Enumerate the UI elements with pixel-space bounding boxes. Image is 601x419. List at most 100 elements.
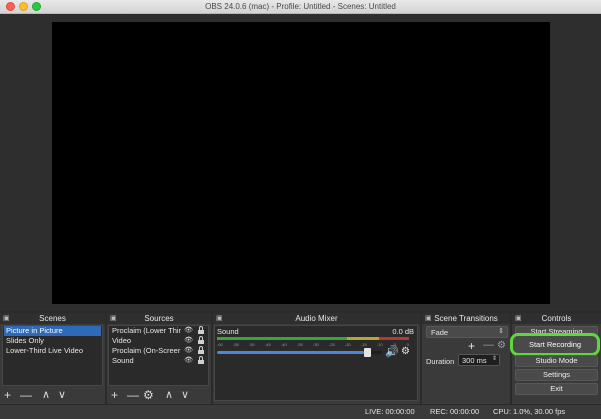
tick-label: -15 — [360, 342, 367, 347]
title-bar: OBS 24.0.6 (mac) - Profile: Untitled - S… — [0, 0, 601, 14]
tick-label: -10 — [376, 342, 383, 347]
tick-label: -60 — [217, 342, 223, 347]
duration-label: Duration — [426, 357, 455, 366]
scene-item-label: Lower-Third Live Video — [6, 346, 83, 355]
remove-scene-icon[interactable]: — — [20, 388, 32, 402]
add-source-icon[interactable]: + — [111, 388, 118, 402]
source-item-label: Proclaim (On-Screer — [112, 346, 181, 355]
start-recording-label: Start Recording — [528, 340, 582, 349]
lock-icon[interactable] — [198, 336, 204, 344]
scene-item-slides-only[interactable]: Slides Only — [4, 336, 101, 346]
tick-label: -20 — [344, 342, 351, 347]
settings-label: Settings — [542, 370, 571, 379]
cpu-status: CPU: 1.0%, 30.00 fps — [493, 407, 566, 416]
scenes-toolbar: + — ∧ ∨ — [0, 387, 105, 404]
stepper-icon[interactable]: ⇕ — [492, 355, 497, 362]
audio-mixer-dock: ▣ Audio Mixer Sound 0.0 dB -60 -55 -50 -… — [213, 313, 420, 404]
duration-value: 300 ms — [462, 356, 487, 365]
scene-item-picture-in-picture[interactable]: Picture in Picture — [4, 326, 101, 336]
lock-icon[interactable] — [198, 346, 204, 354]
dock-float-icon[interactable]: ▣ — [3, 315, 10, 322]
exit-label: Exit — [550, 384, 563, 393]
scene-item-lower-third[interactable]: Lower-Third Live Video — [4, 346, 101, 356]
lock-icon[interactable] — [198, 326, 204, 334]
add-scene-icon[interactable]: + — [4, 388, 11, 402]
settings-button[interactable]: Settings — [515, 369, 598, 381]
move-up-icon[interactable]: ∧ — [165, 388, 173, 402]
source-item-label: Proclaim (Lower Thir — [112, 326, 182, 335]
transitions-title: Scene Transitions — [434, 314, 498, 323]
meter-ticks: -60 -55 -50 -45 -40 -35 -30 -25 -20 -15 … — [217, 342, 409, 347]
sources-list[interactable]: Proclaim (Lower Thir 👁 Video 👁 Proclaim … — [108, 325, 209, 386]
sources-dock-header: ▣ Sources — [107, 313, 211, 324]
audio-mixer-dock-header: ▣ Audio Mixer — [213, 313, 420, 324]
transitions-dock-header: ▣ Scene Transitions — [422, 313, 510, 324]
tick-label: -30 — [312, 342, 319, 347]
preview-area — [0, 14, 601, 311]
track-level: 0.0 dB — [392, 327, 414, 336]
source-item[interactable]: Proclaim (On-Screer 👁 — [110, 346, 207, 356]
studio-mode-label: Studio Mode — [535, 356, 578, 365]
scenes-list[interactable]: Picture in Picture Slides Only Lower-Thi… — [2, 325, 103, 386]
dock-float-icon[interactable]: ▣ — [110, 315, 117, 322]
dock-float-icon[interactable]: ▣ — [425, 315, 432, 322]
track-name: Sound — [217, 327, 239, 336]
scene-transitions-dock: ▣ Scene Transitions Fade ⇕ + — ⚙ Duratio… — [422, 313, 510, 404]
meter-yellow — [347, 337, 379, 340]
sources-toolbar: + — ⚙ ∧ ∨ — [107, 387, 211, 404]
volume-slider-fill — [217, 351, 364, 354]
scenes-title: Scenes — [39, 314, 66, 323]
add-transition-icon[interactable]: + — [468, 339, 475, 353]
move-down-icon[interactable]: ∨ — [58, 388, 66, 402]
scenes-dock-header: ▣ Scenes — [0, 313, 105, 324]
tick-label: -50 — [248, 342, 255, 347]
transition-select-value: Fade — [431, 328, 449, 337]
visibility-eye-icon[interactable]: 👁 — [184, 326, 193, 336]
transition-select[interactable]: Fade ⇕ — [426, 326, 508, 338]
controls-title: Controls — [541, 314, 572, 323]
lock-icon[interactable] — [198, 356, 204, 364]
visibility-eye-icon[interactable]: 👁 — [184, 346, 193, 356]
remove-transition-icon[interactable]: — — [483, 339, 494, 351]
speaker-icon[interactable]: 🔊 — [385, 345, 399, 358]
live-status: LIVE: 00:00:00 — [365, 407, 415, 416]
audio-mixer-title: Audio Mixer — [295, 314, 338, 323]
dock-float-icon[interactable]: ▣ — [216, 315, 223, 322]
status-bar: LIVE: 00:00:00 REC: 00:00:00 CPU: 1.0%, … — [0, 404, 601, 419]
start-recording-button[interactable]: Start Recording — [510, 333, 600, 356]
meter-green — [217, 337, 347, 340]
move-up-icon[interactable]: ∧ — [42, 388, 50, 402]
remove-source-icon[interactable]: — — [127, 388, 139, 402]
source-item[interactable]: Proclaim (Lower Thir 👁 — [110, 326, 207, 336]
duration-input[interactable]: 300 ms ⇕ — [458, 354, 500, 366]
sources-dock: ▣ Sources Proclaim (Lower Thir 👁 Video 👁… — [107, 313, 211, 404]
audio-mixer-panel: Sound 0.0 dB -60 -55 -50 -45 -40 -35 -30… — [214, 325, 418, 401]
tick-label: -25 — [328, 342, 335, 347]
window-title: OBS 24.0.6 (mac) - Profile: Untitled - S… — [205, 2, 396, 11]
tick-label: -45 — [264, 342, 271, 347]
move-down-icon[interactable]: ∨ — [181, 388, 189, 402]
dock-float-icon[interactable]: ▣ — [515, 315, 522, 322]
program-preview[interactable] — [52, 22, 550, 304]
gear-icon[interactable]: ⚙ — [401, 346, 410, 357]
source-item-label: Sound — [112, 356, 134, 365]
source-item[interactable]: Video 👁 — [110, 336, 207, 346]
chevron-up-down-icon: ⇕ — [498, 328, 504, 335]
exit-button[interactable]: Exit — [515, 383, 598, 395]
visibility-eye-icon[interactable]: 👁 — [184, 336, 193, 346]
source-item[interactable]: Sound 👁 — [110, 356, 207, 366]
studio-mode-button[interactable]: Studio Mode — [515, 355, 598, 367]
meter-red — [379, 337, 409, 340]
controls-dock-header: ▣ Controls — [512, 313, 601, 324]
visibility-eye-icon[interactable]: 👁 — [184, 356, 193, 366]
tick-label: -35 — [296, 342, 303, 347]
source-item-label: Video — [112, 336, 132, 345]
volume-slider-handle[interactable] — [364, 348, 371, 357]
rec-status: REC: 00:00:00 — [430, 407, 480, 416]
tick-label: -55 — [232, 342, 239, 347]
tick-label: -40 — [280, 342, 287, 347]
scenes-dock: ▣ Scenes Picture in Picture Slides Only … — [0, 313, 105, 404]
gear-icon[interactable]: ⚙ — [143, 388, 154, 402]
volume-slider-track[interactable] — [217, 348, 382, 357]
gear-icon[interactable]: ⚙ — [497, 340, 506, 351]
